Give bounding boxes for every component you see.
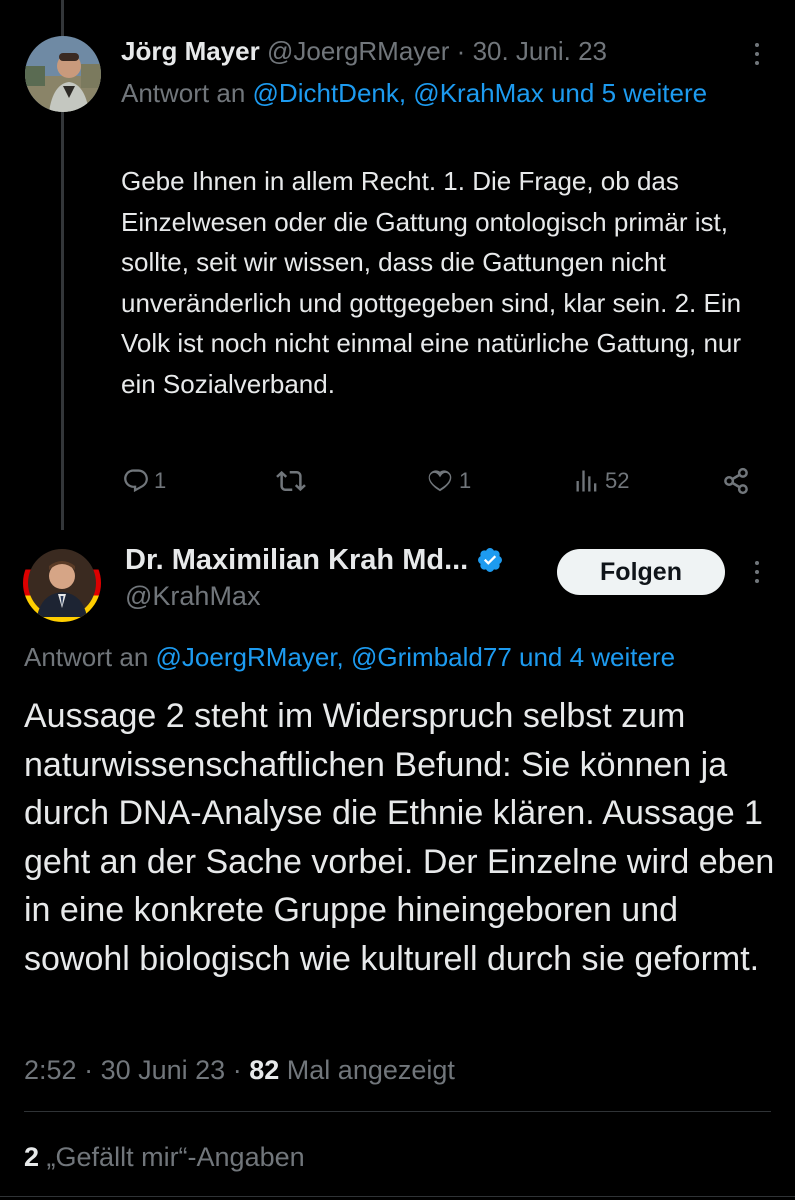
tweet1-retweet-button[interactable] [276, 464, 310, 498]
tweet1-more-icon[interactable] [752, 43, 762, 65]
tweet2-time[interactable]: 2:52 [24, 1055, 77, 1085]
tweet2-views-count: 82 [249, 1055, 280, 1085]
retweet-icon [276, 470, 306, 492]
views-icon [576, 470, 597, 492]
tweet1-views-count: 52 [605, 468, 630, 493]
tweet2-likes-count: 2 [24, 1142, 40, 1172]
tweet1-display-name[interactable]: Jörg Mayer [121, 36, 260, 66]
tweet1-views-button[interactable]: 52 [573, 464, 629, 498]
tweet2-handle[interactable]: @KrahMax [125, 578, 260, 614]
tweet2-display-name[interactable]: Dr. Maximilian Krah Md... [125, 538, 468, 582]
tweet1-reply-button[interactable]: 1 [122, 464, 166, 498]
tweet1-reply-prefix: Antwort an [121, 78, 246, 108]
tweet1-header: Jörg Mayer @JoergRMayer · 30. Juni. 23 [121, 31, 607, 71]
tweet2-views-label: Mal angezeigt [286, 1055, 455, 1085]
tweet2-name-row: Dr. Maximilian Krah Md... [125, 538, 504, 582]
tweet1-handle[interactable]: @JoergRMayer [267, 36, 449, 66]
tweet2-meta-separator-2: · [232, 1055, 242, 1085]
tweet2-reply-mentions[interactable]: @JoergRMayer, @Grimbald77 und 4 weitere [156, 642, 676, 672]
tweet2-likes-row[interactable]: 2 „Gefällt mir“-Angaben [24, 1137, 305, 1177]
tweet2-meta-separator-1: · [84, 1055, 94, 1085]
follow-button[interactable]: Folgen [557, 549, 725, 595]
tweet2-text: Aussage 2 steht im Widerspruch selbst zu… [24, 697, 775, 978]
tweet2-reply-prefix: Antwort an [24, 642, 149, 672]
tweet2-date[interactable]: 30 Juni 23 [101, 1055, 226, 1085]
tweet1-reply-mentions[interactable]: @DichtDenk, @KrahMax und 5 weitere [253, 78, 708, 108]
tweet1-separator: · [456, 36, 466, 66]
tweet1-date[interactable]: 30. Juni. 23 [473, 36, 607, 66]
bottom-divider [0, 1196, 795, 1197]
tweet1-text: Gebe Ihnen in allem Recht. 1. Die Frage,… [121, 166, 742, 399]
verified-badge-icon [478, 548, 503, 572]
divider [24, 1111, 771, 1112]
like-icon [428, 470, 452, 492]
tweet1-like-count: 1 [459, 468, 472, 493]
tweet2-reply-context: Antwort an @JoergRMayer, @Grimbald77 und… [24, 637, 675, 677]
tweet1-like-button[interactable]: 1 [425, 464, 471, 498]
tweet2-likes-label: „Gefällt mir“-Angaben [46, 1142, 305, 1172]
tweet1-reply-count: 1 [154, 468, 167, 493]
avatar-krah-max[interactable] [23, 544, 101, 622]
tweet2-more-icon[interactable] [752, 561, 762, 583]
avatar-joerg-mayer[interactable] [25, 36, 101, 112]
tweet1-reply-context: Antwort an @DichtDenk, @KrahMax und 5 we… [121, 74, 741, 113]
tweet2-meta: 2:52 · 30 Juni 23 · 82 Mal angezeigt [24, 1050, 455, 1090]
tweet1-share-button[interactable] [721, 464, 751, 498]
share-icon [724, 467, 748, 495]
reply-icon [124, 469, 148, 493]
